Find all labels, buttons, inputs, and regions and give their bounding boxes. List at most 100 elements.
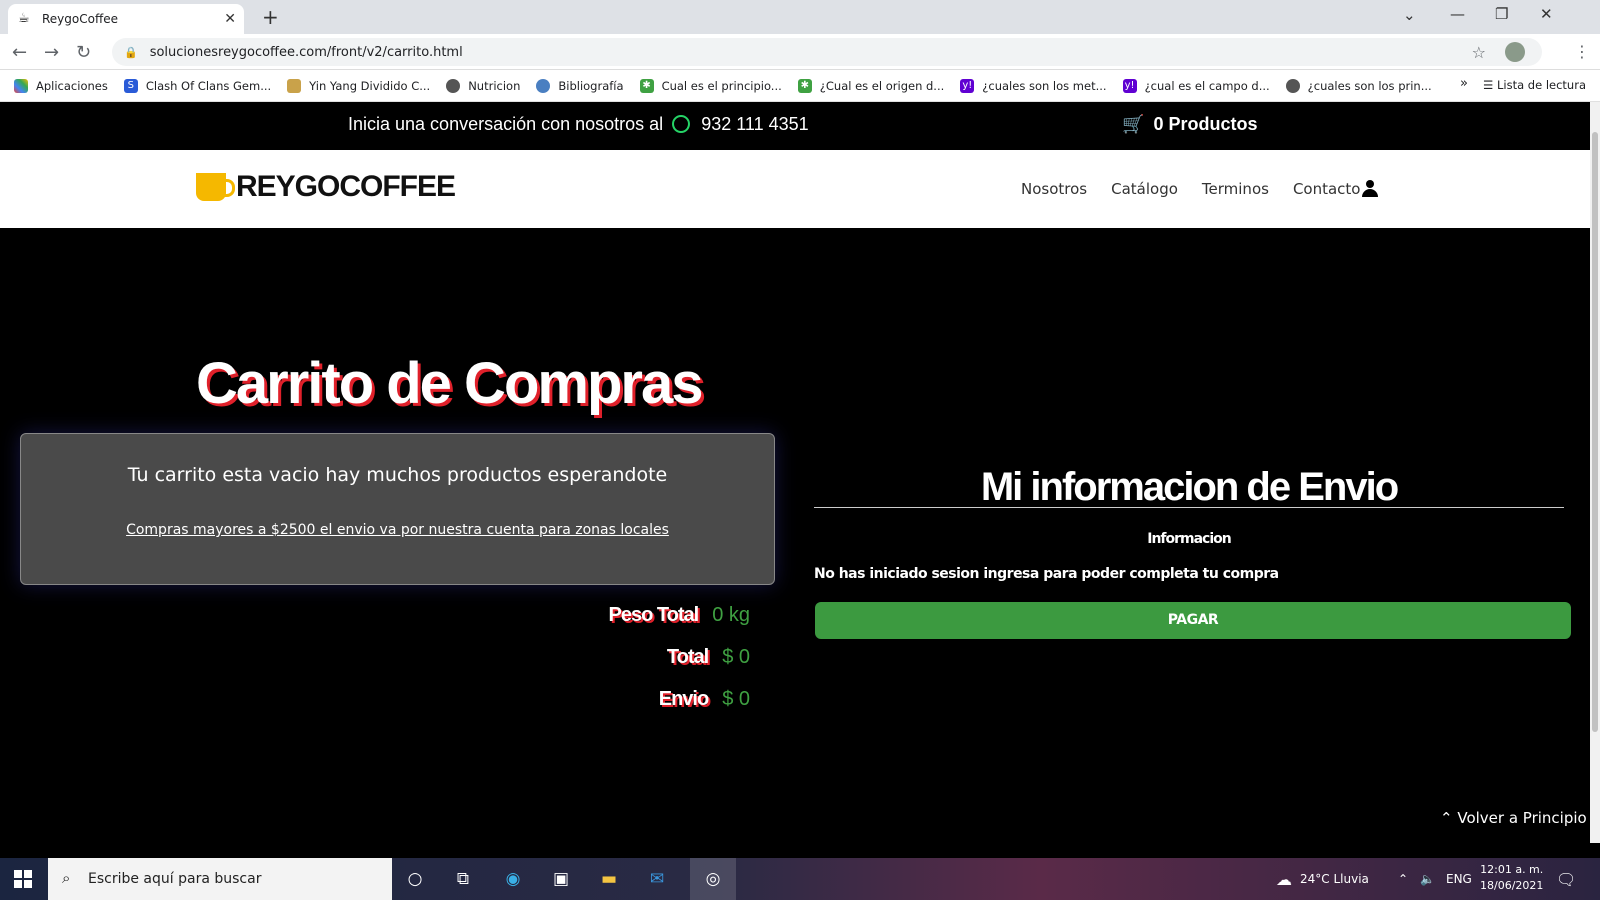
pay-button[interactable]: PAGAR <box>815 602 1571 639</box>
bookmark-item[interactable]: Nutricion <box>446 78 520 93</box>
address-bar-row: ← → ↻ 🔒 solucionesreygocoffee.com/front/… <box>0 34 1600 70</box>
weather-text: 24°C Lluvia <box>1300 872 1369 886</box>
mail-icon[interactable]: ✉ <box>646 868 668 890</box>
close-tab-icon[interactable]: ✕ <box>224 11 236 27</box>
reading-list-button[interactable]: ☰ Lista de lectura <box>1483 78 1586 92</box>
cloud-rain-icon: ☁ <box>1276 869 1292 889</box>
bookmark-item[interactable]: Yin Yang Dividido C... <box>287 78 431 93</box>
whatsapp-icon <box>672 115 691 133</box>
more-bookmarks-icon[interactable]: » <box>1460 76 1468 91</box>
bookmarks-bar: Aplicaciones S Clash Of Clans Gem... Yin … <box>0 70 1600 102</box>
clock-date: 18/06/2021 <box>1480 879 1544 892</box>
reload-icon[interactable]: ↻ <box>76 42 91 63</box>
empty-cart-message: Tu carrito esta vacio hay muchos product… <box>127 464 668 486</box>
chevron-up-icon: ⌃ <box>1440 809 1458 827</box>
shipping-row: Envio $ 0 <box>659 688 750 711</box>
close-window-icon[interactable]: ✕ <box>1540 5 1553 23</box>
apps-grid-icon <box>14 78 28 93</box>
weight-row: Peso Total 0 kg <box>609 604 750 627</box>
page-scrollbar[interactable] <box>1590 102 1600 843</box>
cart-count: 0 Productos <box>1153 114 1258 134</box>
url-text: solucionesreygocoffee.com/front/v2/carri… <box>149 44 463 60</box>
empty-cart-box: Tu carrito esta vacio hay muchos product… <box>20 433 775 585</box>
tab-search-icon[interactable]: ⌄ <box>1403 6 1416 24</box>
task-view-icon[interactable]: ⧉ <box>452 868 474 890</box>
bookmark-item[interactable]: ✱ Cual es el principio... <box>639 78 782 93</box>
bookmark-label: Clash Of Clans Gem... <box>145 78 272 93</box>
bookmark-label: Aplicaciones <box>36 78 108 93</box>
logo-text: REYGOCOFFEE COFFEE <box>236 170 456 209</box>
bookmark-label: ¿cual es el campo d... <box>1144 78 1270 93</box>
windows-start-icon[interactable] <box>14 870 32 888</box>
cart-link[interactable]: 🛒 0 Productos <box>1122 114 1257 135</box>
bookmark-item[interactable]: y! ¿cual es el campo d... <box>1122 78 1270 93</box>
forward-arrow-icon[interactable]: → <box>44 42 59 63</box>
bookmark-item[interactable]: ✱ ¿Cual es el origen d... <box>797 78 944 93</box>
shipping-label: Envio <box>658 688 709 710</box>
coffee-cup-icon <box>196 173 235 201</box>
notifications-icon[interactable]: 🗨 <box>1556 858 1576 900</box>
url-field[interactable]: 🔒 solucionesreygocoffee.com/front/v2/car… <box>112 38 1542 66</box>
total-row: Total $ 0 <box>667 646 750 669</box>
bookmark-item[interactable]: S Clash Of Clans Gem... <box>123 78 272 93</box>
search-icon: ⌕ <box>62 869 71 887</box>
browser-menu-icon[interactable]: ⋮ <box>1574 42 1590 61</box>
bookmark-item[interactable]: Bibliografía <box>536 78 624 93</box>
browser-tab-strip: ☕ ReygoCoffee ✕ + ⌄ — ❐ ✕ <box>0 0 1600 34</box>
not-logged-message: No has iniciado sesion ingresa para pode… <box>814 566 1279 582</box>
clock[interactable]: 12:01 a. m. 18/06/2021 <box>1480 862 1543 894</box>
bookmark-label: Cual es el principio... <box>661 78 782 93</box>
globe-icon <box>1285 78 1300 93</box>
bookmark-item[interactable]: y! ¿cuales son los met... <box>960 78 1107 93</box>
store-icon[interactable]: ▣ <box>550 868 572 890</box>
nav-terminos[interactable]: Terminos <box>1202 180 1269 198</box>
user-icon[interactable] <box>1362 180 1378 198</box>
lock-icon: 🔒 <box>124 45 138 59</box>
main-nav: Nosotros Catálogo Terminos Contacto <box>1021 180 1384 198</box>
bookmark-label: ¿cuales son los prin... <box>1307 78 1432 93</box>
browser-tab[interactable]: ☕ ReygoCoffee ✕ <box>8 4 244 34</box>
cortana-icon[interactable]: ○ <box>404 868 426 890</box>
page-title: Carrito de Compras <box>196 351 703 416</box>
phone-number[interactable]: 932 111 4351 <box>701 114 808 134</box>
chrome-icon[interactable]: ◎ <box>690 858 736 900</box>
bookmark-star-icon[interactable]: ☆ <box>1472 43 1486 62</box>
yahoo-icon: y! <box>1122 78 1137 93</box>
restore-icon[interactable]: ❐ <box>1495 5 1508 23</box>
site-logo[interactable]: REYGOCOFFEE COFFEE <box>196 170 456 209</box>
clock-time: 12:01 a. m. <box>1480 863 1544 876</box>
edge-icon[interactable]: ◉ <box>502 868 524 890</box>
profile-avatar[interactable] <box>1505 42 1525 62</box>
back-arrow-icon[interactable]: ← <box>12 42 27 63</box>
taskbar-search-field[interactable]: ⌕ Escribe aquí para buscar <box>48 858 392 900</box>
search-placeholder: Escribe aquí para buscar <box>88 871 262 887</box>
new-tab-icon[interactable]: + <box>262 5 279 29</box>
back-to-top-link[interactable]: ⌃ Volver a Principio <box>1440 809 1587 827</box>
nav-contacto[interactable]: Contacto <box>1293 180 1361 198</box>
minimize-icon[interactable]: — <box>1450 5 1465 23</box>
bookmark-item[interactable]: Aplicaciones <box>14 78 108 93</box>
site-header: REYGOCOFFEE COFFEE Nosotros Catálogo Ter… <box>0 150 1590 228</box>
speaker-icon[interactable]: 🔈 <box>1420 858 1435 900</box>
reading-list-icon: ☰ <box>1483 78 1497 92</box>
free-shipping-link[interactable]: Compras mayores a $2500 el envio va por … <box>21 522 774 538</box>
cart-icon: 🛒 <box>1122 114 1145 134</box>
bookmark-label: Yin Yang Dividido C... <box>309 78 431 93</box>
chevron-up-tray-icon[interactable]: ⌃ <box>1398 858 1408 900</box>
conversation-text: Inicia una conversación con nosotros al <box>348 114 664 134</box>
file-explorer-icon[interactable]: ▬ <box>598 868 620 890</box>
bookmark-item[interactable]: ¿cuales son los prin... <box>1285 78 1432 93</box>
tab-title: ReygoCoffee <box>42 12 118 26</box>
nav-nosotros[interactable]: Nosotros <box>1021 180 1087 198</box>
nav-catalogo[interactable]: Catálogo <box>1111 180 1178 198</box>
reading-list-label: Lista de lectura <box>1496 78 1586 92</box>
yahoo-icon: y! <box>960 78 975 93</box>
info-subtitle: Informacion <box>1147 531 1232 547</box>
language-indicator[interactable]: ENG <box>1446 858 1472 900</box>
scrollbar-thumb[interactable] <box>1592 132 1598 732</box>
windows-taskbar: ⌕ Escribe aquí para buscar ○ ⧉ ◉ ▣ ▬ ✉ ◎… <box>0 858 1600 900</box>
weather-widget[interactable]: ☁ 24°C Lluvia <box>1276 858 1369 900</box>
bookmark-label: ¿cuales son los met... <box>982 78 1107 93</box>
total-value: $ 0 <box>722 646 750 668</box>
s-site-icon: S <box>123 78 138 93</box>
